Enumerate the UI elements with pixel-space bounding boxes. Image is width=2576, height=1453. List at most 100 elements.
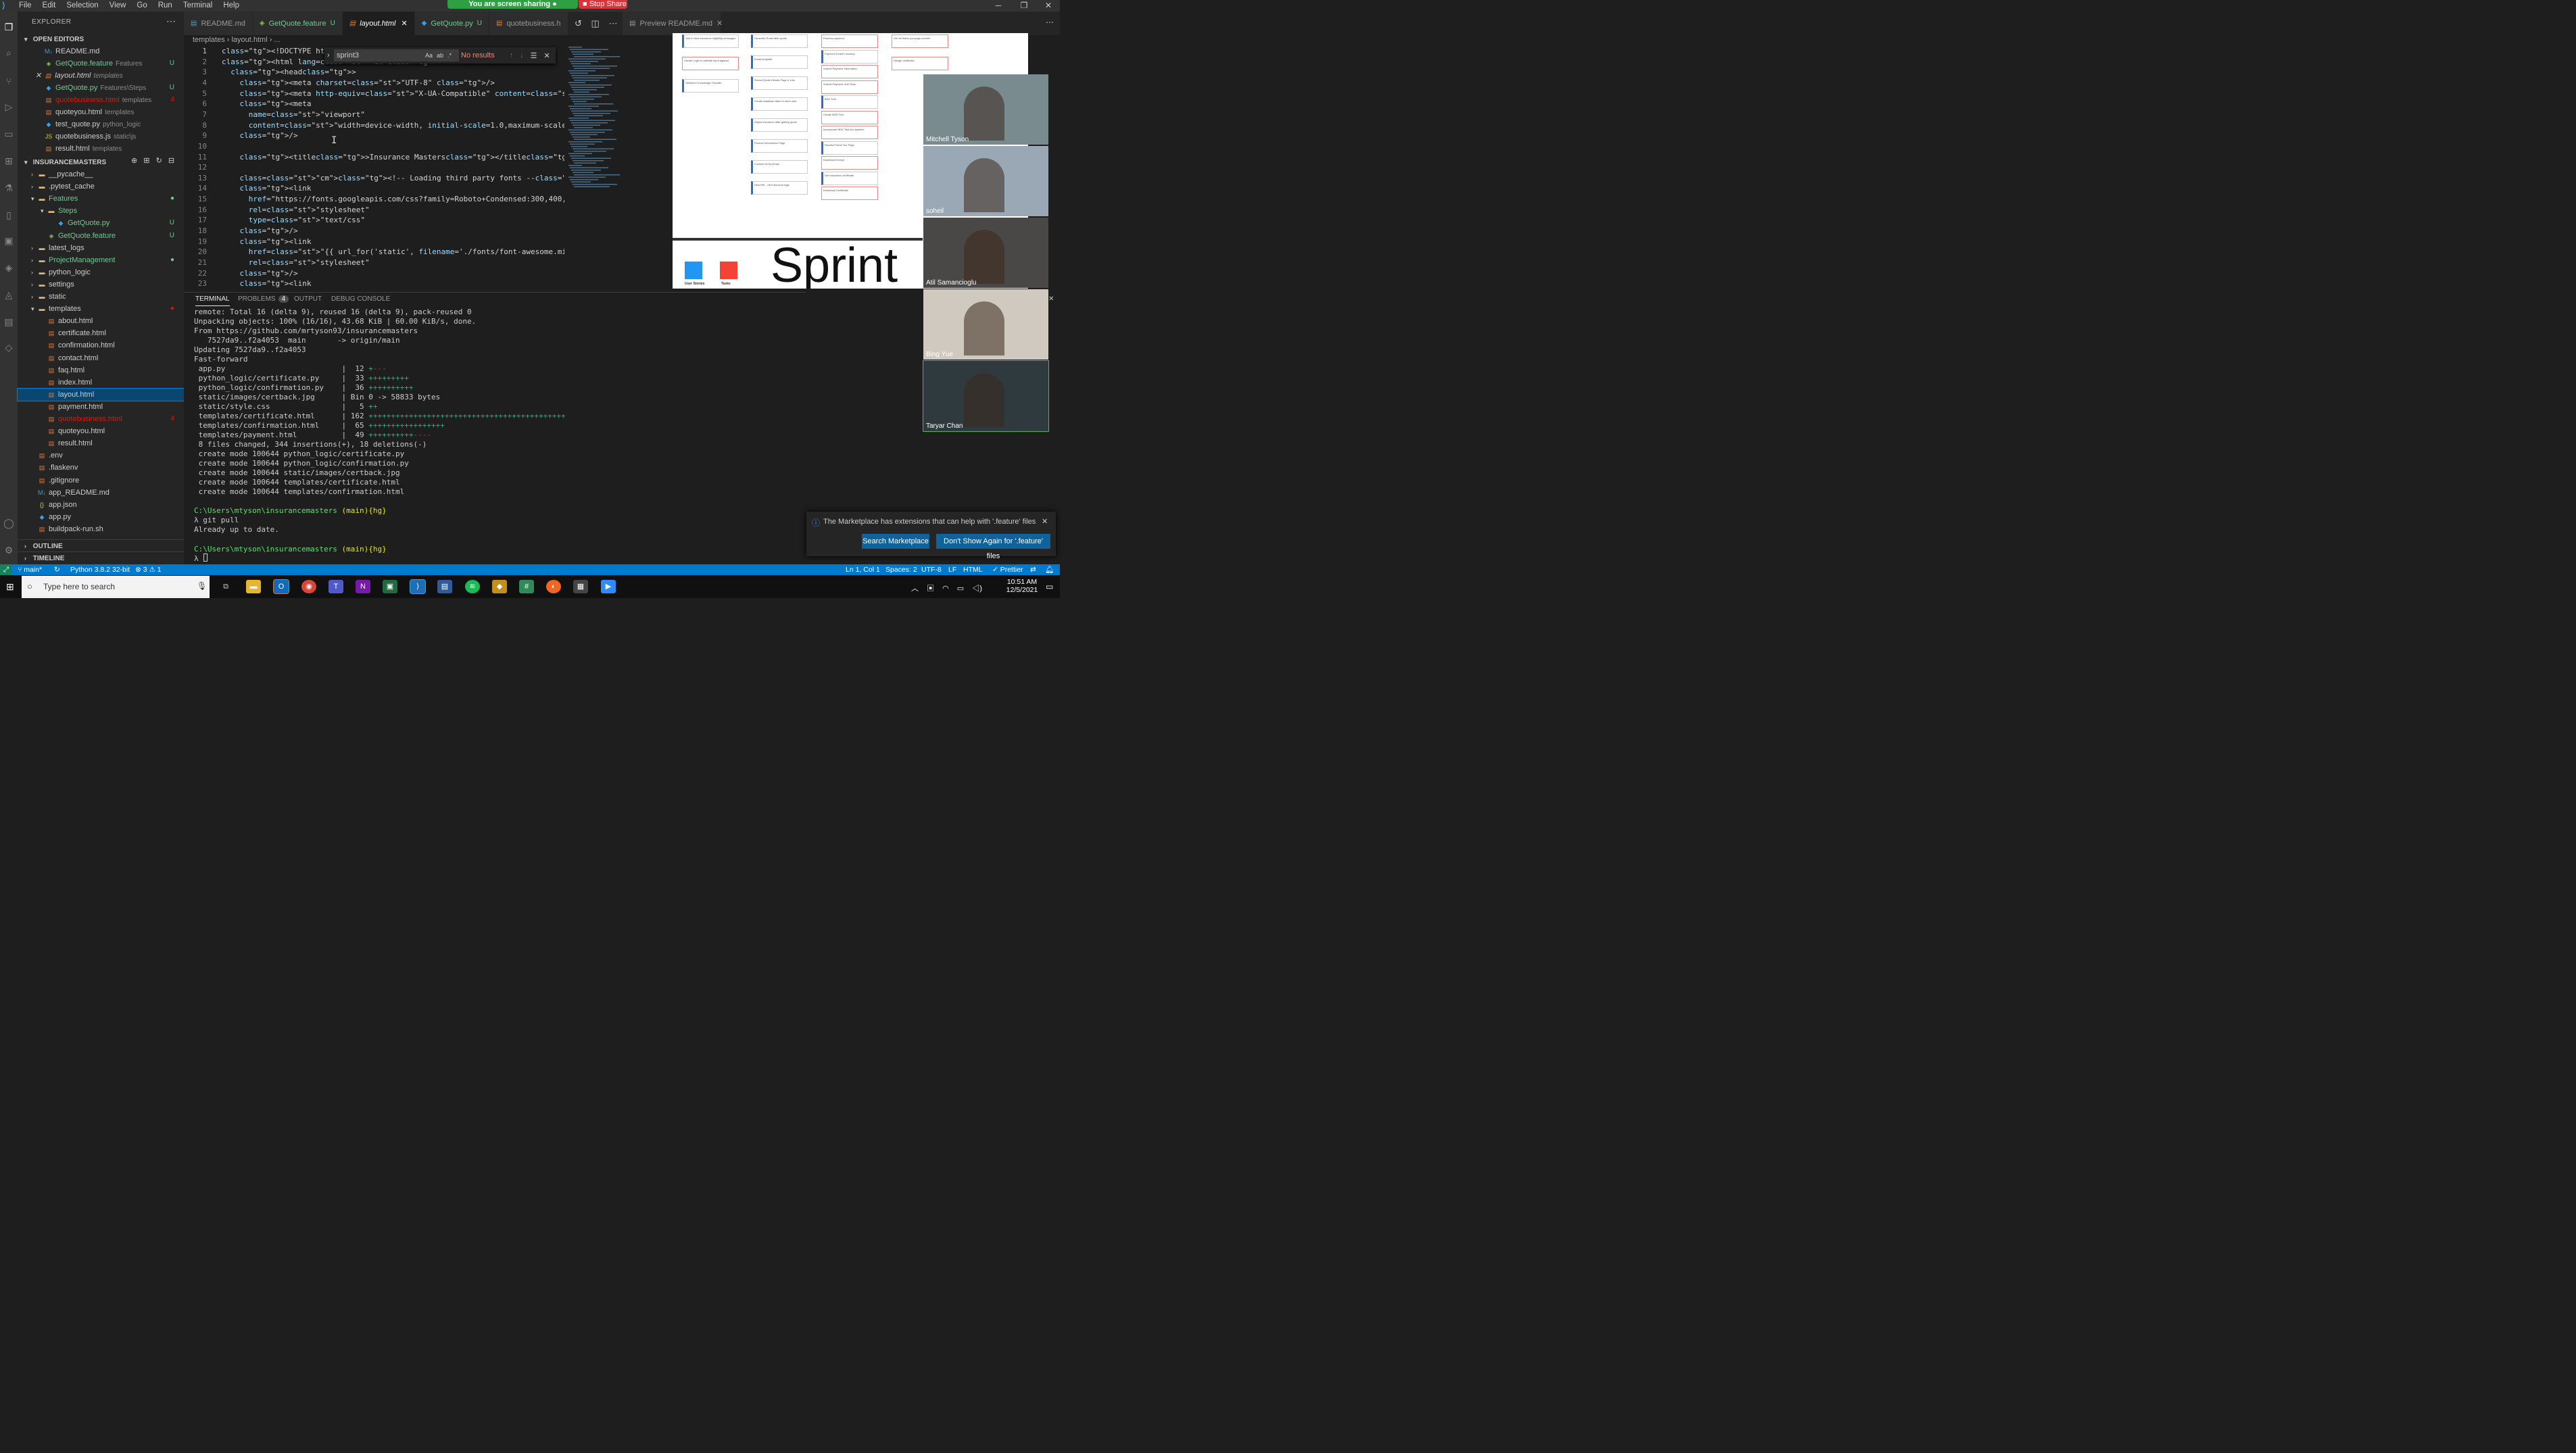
open-editor-item[interactable]: JS quotebusiness.js static\js: [18, 130, 184, 143]
menu-help[interactable]: Help: [218, 0, 245, 11]
windows-start-icon[interactable]: ⊞: [6, 581, 17, 592]
file-item[interactable]: ▤ .env: [18, 449, 184, 462]
problems-indicator[interactable]: ⊗ 3 ⚠ 1: [135, 564, 162, 575]
file-item[interactable]: ▤ index.html: [18, 376, 184, 389]
menu-edit[interactable]: Edit: [37, 0, 62, 11]
action-center-icon[interactable]: ▭: [1046, 582, 1053, 591]
prev-match-icon[interactable]: ↑: [510, 51, 514, 59]
chrome-icon[interactable]: ◉: [301, 580, 316, 593]
menu-view[interactable]: View: [104, 0, 132, 11]
settings-gear-icon[interactable]: ⚙: [1, 543, 16, 558]
tray-app-icon[interactable]: ▣: [927, 585, 934, 593]
vscode-taskbar-icon[interactable]: ⟩: [410, 579, 426, 594]
account-icon[interactable]: ◯: [1, 516, 16, 531]
breadcrumb[interactable]: templates › layout.html › ...: [184, 35, 623, 45]
next-match-icon[interactable]: ↓: [520, 51, 524, 59]
file-item[interactable]: ▤ quotebusiness.html 4: [18, 413, 184, 425]
microphone-icon[interactable]: 🎙︎: [197, 581, 207, 591]
new-folder-icon[interactable]: ⊞: [143, 157, 149, 165]
find-in-selection-icon[interactable]: ☰: [531, 51, 537, 60]
more-icon[interactable]: ⋯: [608, 18, 617, 28]
panel-tab-problems[interactable]: PROBLEMS 4: [238, 295, 289, 303]
menu-selection[interactable]: Selection: [61, 0, 103, 11]
file-item[interactable]: ▤ contact.html: [18, 352, 184, 364]
calculator-icon[interactable]: ▦: [573, 580, 588, 593]
tab-quotebusiness-h[interactable]: ▤ quotebusiness.h: [489, 11, 568, 35]
extensions-icon[interactable]: ⊞: [1, 153, 16, 168]
file-item[interactable]: ▤ layout.html: [17, 387, 185, 401]
sync-icon[interactable]: ↻: [54, 564, 60, 575]
encoding[interactable]: UTF-8: [921, 564, 942, 575]
postman-icon[interactable]: ◐: [546, 580, 561, 593]
tab-getquote-py[interactable]: ◆ GetQuote.py U: [414, 11, 489, 35]
file-item[interactable]: ▤ buildpack-run.sh: [18, 523, 184, 535]
file-item[interactable]: {} app.json: [18, 499, 184, 511]
explorer-icon[interactable]: ❐: [1, 20, 16, 34]
menu-go[interactable]: Go: [131, 0, 152, 11]
file-item[interactable]: ◆ app.py: [18, 511, 184, 523]
python-interpreter[interactable]: Python 3.8.2 32-bit: [70, 564, 130, 575]
cursor-position[interactable]: Ln 1, Col 1: [846, 564, 880, 575]
file-explorer-icon[interactable]: ▬: [246, 580, 261, 593]
search-marketplace-button[interactable]: Search Marketplace: [862, 534, 929, 549]
folder-item[interactable]: ▾ ▬ templates ●: [18, 303, 184, 315]
folder-item[interactable]: › ▬ ProjectManagement ●: [18, 254, 184, 266]
menu-run[interactable]: Run: [153, 0, 178, 11]
participant-video[interactable]: Atil Samancioglu: [923, 218, 1048, 288]
open-editor-item[interactable]: ✕ ▤ layout.html templates: [18, 70, 184, 82]
battery-icon[interactable]: ▭: [957, 585, 964, 593]
close-gallery-icon[interactable]: ✕: [1048, 295, 1054, 303]
close-tab-icon[interactable]: ✕: [401, 19, 407, 28]
tray-expand-icon[interactable]: ︿: [911, 585, 919, 593]
split-editor-icon[interactable]: ◫: [591, 18, 600, 28]
open-editors-header[interactable]: ▾ OPEN EDITORS: [18, 33, 184, 45]
outlook-icon[interactable]: O: [273, 579, 289, 594]
timeline-header[interactable]: › TIMELINE: [18, 551, 184, 564]
folder-item[interactable]: › ▬ python_logic: [18, 266, 184, 278]
close-window-icon[interactable]: ✕: [1036, 0, 1061, 11]
line-ending[interactable]: LF: [948, 564, 956, 575]
menu-terminal[interactable]: Terminal: [178, 0, 218, 11]
match-case-icon[interactable]: Aa: [425, 52, 433, 59]
refresh-icon[interactable]: ↻: [156, 157, 162, 165]
onenote-icon[interactable]: N: [356, 580, 370, 593]
testing-icon[interactable]: ⚗: [1, 180, 16, 195]
more-actions-icon[interactable]: ⋯: [166, 16, 176, 27]
open-editor-item[interactable]: ◆ test_quote.py python_logic: [18, 118, 184, 130]
close-editor-icon[interactable]: ✕: [35, 72, 41, 80]
open-editor-item[interactable]: ▤ result.html templates: [18, 143, 184, 155]
taskbar-search[interactable]: Type here to search: [22, 576, 210, 598]
tab-layout-html[interactable]: ▤ layout.html ✕: [342, 11, 415, 35]
open-editor-item[interactable]: ▤ quotebusiness.html templates 4: [18, 94, 184, 106]
collapse-all-icon[interactable]: ⊟: [168, 157, 174, 165]
database-icon[interactable]: ▤: [1, 314, 16, 329]
notifications-bell-icon[interactable]: 🔔︎: [1045, 564, 1054, 575]
regex-icon[interactable]: .*: [447, 52, 452, 59]
folder-item[interactable]: › ▬ latest_logs: [18, 242, 184, 254]
file-item[interactable]: ▤ faq.html: [18, 364, 184, 376]
folder-item[interactable]: › ▬ settings: [18, 278, 184, 291]
task-view-icon[interactable]: ⧉: [218, 580, 233, 593]
panel-tab-terminal[interactable]: TERMINAL: [195, 295, 230, 306]
wifi-icon[interactable]: ◠: [942, 585, 949, 593]
file-item[interactable]: ▤ result.html: [18, 437, 184, 449]
participant-video[interactable]: Bing Yue: [923, 289, 1048, 360]
prettier-status[interactable]: ✓ Prettier: [992, 564, 1023, 575]
restore-icon[interactable]: ❐: [1011, 0, 1037, 11]
code-editor[interactable]: 1class="tg"><!DOCTYPE htmlclass="tg">>2c…: [184, 45, 564, 289]
tab-preview-readme[interactable]: ▤ Preview README.md ✕: [623, 11, 723, 35]
file-item[interactable]: M↓ app_README.md: [18, 487, 184, 499]
folder-item[interactable]: › ▬ static: [18, 291, 184, 303]
participant-video[interactable]: Mitchell Tyson: [923, 74, 1048, 145]
clock[interactable]: 10:51 AM 12/5/2021: [998, 578, 1046, 594]
new-file-icon[interactable]: ⊕: [131, 157, 137, 165]
tab-readme-md[interactable]: ▤ README.md: [184, 11, 253, 35]
file-item[interactable]: ▤ .gitignore: [18, 474, 184, 487]
indentation[interactable]: Spaces: 2: [885, 564, 917, 575]
file-item[interactable]: ▤ .flaskenv: [18, 462, 184, 474]
folder-item[interactable]: › ▬ .pytest_cache: [18, 180, 184, 193]
notebook-icon[interactable]: ▯: [1, 207, 16, 222]
remote-explorer-icon[interactable]: ▭: [1, 126, 16, 141]
run-debug-icon[interactable]: ▷: [1, 99, 16, 114]
preview-more-icon[interactable]: ⋯: [1046, 18, 1054, 27]
